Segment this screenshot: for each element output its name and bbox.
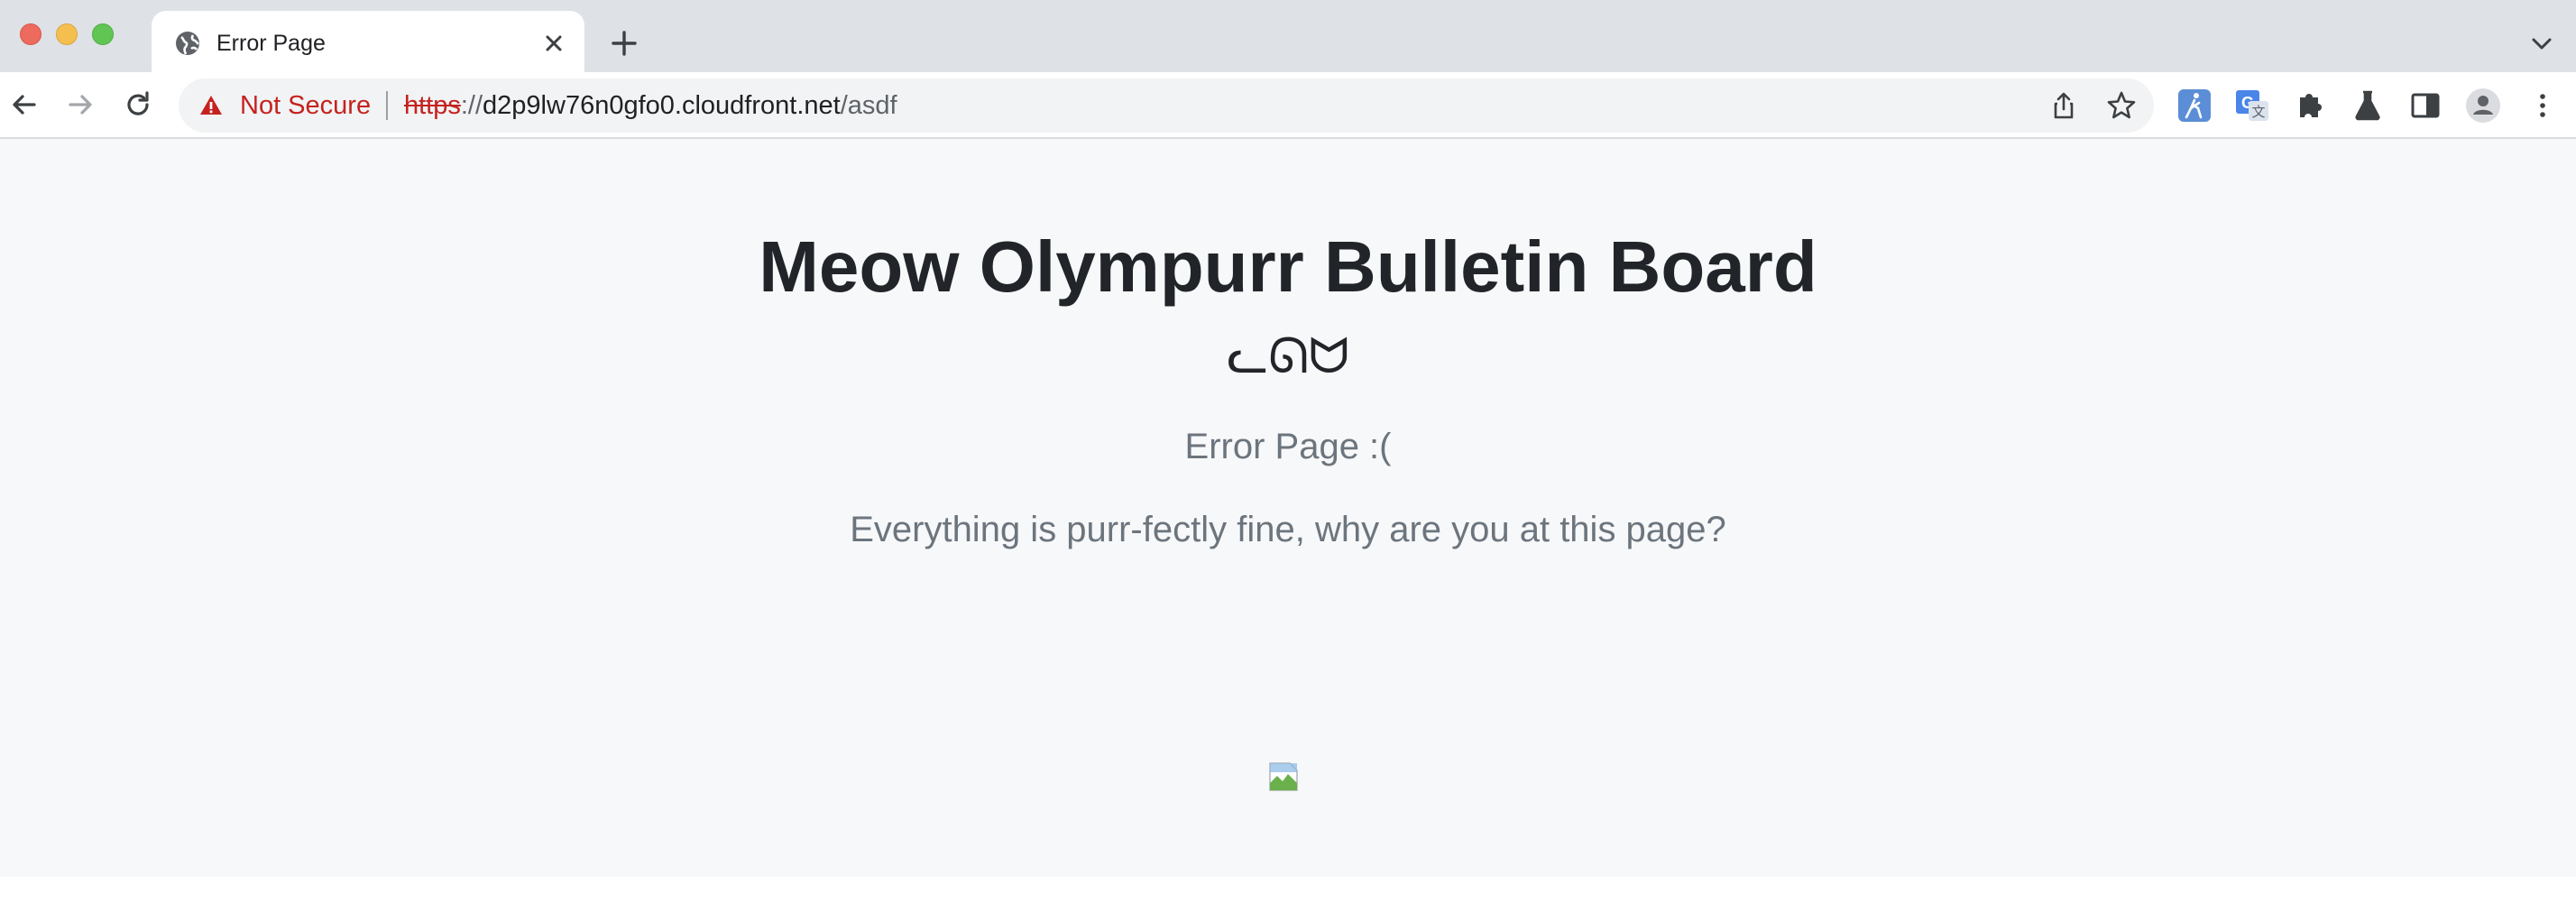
- close-icon[interactable]: [539, 29, 568, 58]
- puzzle-piece-icon[interactable]: [2291, 87, 2329, 124]
- bookmark-star-icon[interactable]: [2105, 89, 2138, 122]
- chevron-down-icon[interactable]: [2525, 27, 2558, 60]
- window-minimize-button[interactable]: [56, 23, 78, 45]
- window-close-button[interactable]: [20, 23, 41, 45]
- svg-text:文: 文: [2251, 104, 2265, 120]
- url-text[interactable]: https://d2p9lw76n0gfo0.cloudfront.net/as…: [404, 89, 897, 122]
- more-vertical-icon[interactable]: [2524, 87, 2562, 124]
- tab-strip: Error Page: [0, 0, 2576, 74]
- warning-icon: [200, 96, 222, 115]
- error-subtitle: Error Page :(: [1184, 427, 1392, 466]
- reload-icon[interactable]: [117, 84, 159, 125]
- share-icon[interactable]: [2047, 89, 2080, 122]
- error-message: Everything is purr-fectly fine, why are …: [850, 510, 1726, 549]
- browser-toolbar: Not Secure https://d2p9lw76n0gfo0.cloudf…: [0, 72, 2576, 139]
- address-bar[interactable]: Not Secure https://d2p9lw76n0gfo0.cloudf…: [179, 78, 2154, 133]
- page-title: Meow Olympurr Bulletin Board: [759, 226, 1817, 307]
- tab-error-page[interactable]: Error Page: [152, 11, 584, 74]
- url-scheme-separator: ://: [460, 91, 483, 120]
- page-bottom-area: [0, 877, 2576, 922]
- url-path: /asdf: [840, 91, 897, 120]
- flask-icon[interactable]: [2349, 87, 2387, 124]
- window-maximize-button[interactable]: [92, 23, 114, 45]
- cat-face-text: ᓚᘏᗢ: [1227, 327, 1349, 384]
- broken-image-icon: [1269, 762, 1298, 791]
- side-panel-icon[interactable]: [2406, 87, 2444, 124]
- globe-icon: [176, 32, 199, 55]
- url-host: d2p9lw76n0gfo0.cloudfront.net: [483, 91, 841, 120]
- page-content: Meow Olympurr Bulletin Board ᓚᘏᗢ Error P…: [0, 139, 2576, 877]
- back-arrow-icon[interactable]: [4, 84, 45, 125]
- tab-title: Error Page: [216, 31, 326, 56]
- accessibility-extension-icon[interactable]: [2176, 87, 2213, 124]
- browser-window: Error Page Not Secure https://d2p9lw76n0…: [0, 0, 2576, 922]
- url-scheme: https: [404, 91, 461, 120]
- address-divider: [386, 91, 388, 120]
- forward-arrow-icon[interactable]: [60, 84, 101, 125]
- not-secure-label[interactable]: Not Secure: [240, 89, 371, 122]
- new-tab-plus-icon[interactable]: [606, 25, 642, 61]
- profile-avatar-icon[interactable]: [2464, 87, 2502, 124]
- google-translate-icon[interactable]: G 文: [2233, 87, 2271, 124]
